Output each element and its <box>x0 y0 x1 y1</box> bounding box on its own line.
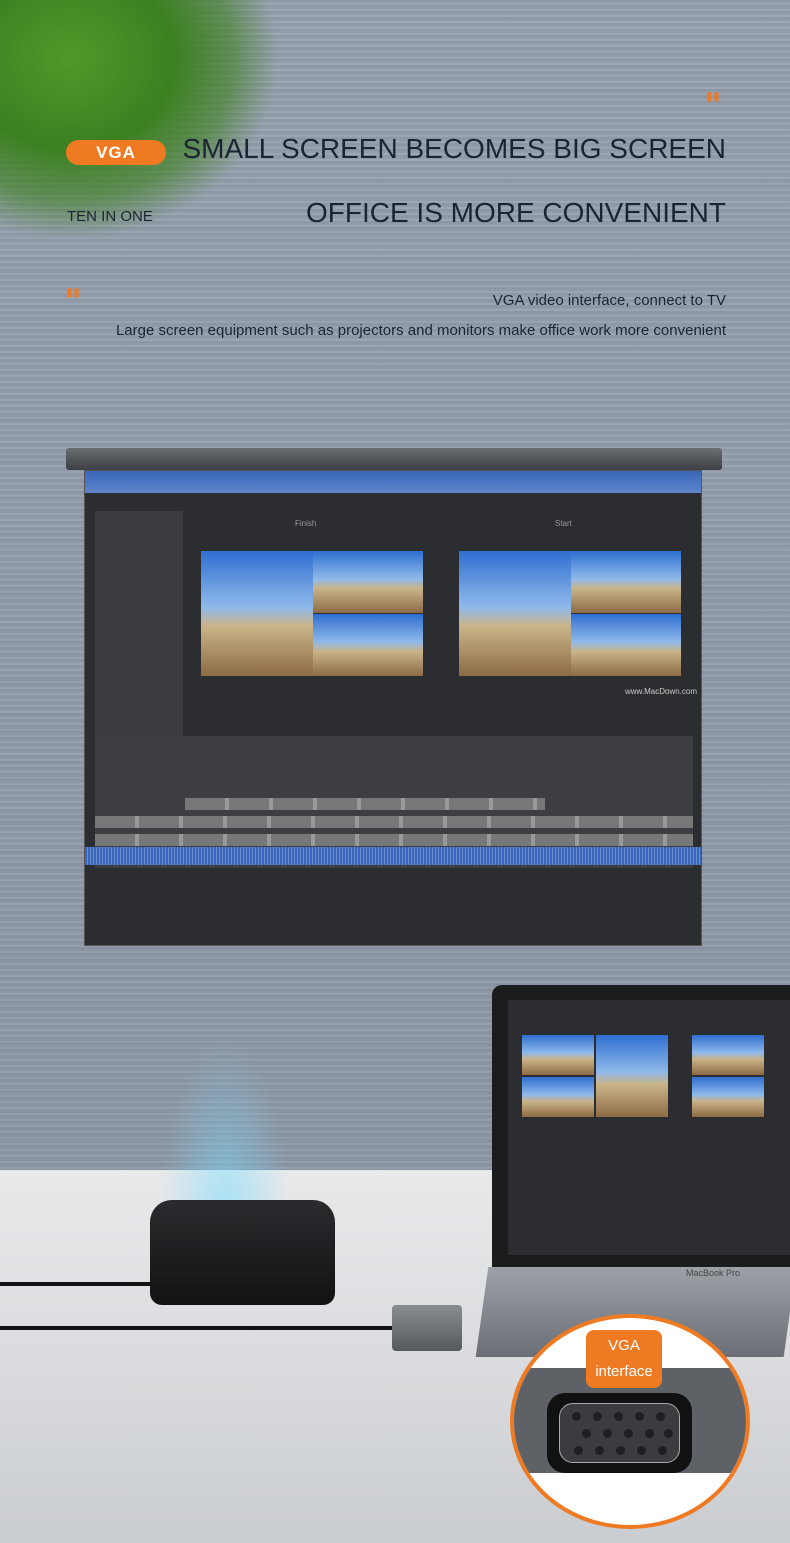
tag-line-1: VGA <box>608 1337 640 1354</box>
projector <box>150 1200 335 1305</box>
screen-waveform <box>85 847 701 865</box>
statue-photo <box>459 551 571 676</box>
projection-screen-housing <box>66 448 722 470</box>
editor-sidebar <box>95 511 183 746</box>
plaza-photo <box>522 1035 594 1075</box>
laptop-screen <box>508 1000 790 1255</box>
tag-line-2: interface <box>595 1363 653 1380</box>
timeline-track <box>95 816 693 828</box>
plaza-photo <box>571 551 681 613</box>
screen-waveform-bar <box>85 471 701 493</box>
site-label: www.MacDown.com <box>625 687 698 696</box>
laptop-label: MacBook Pro <box>686 1268 741 1278</box>
timeline-track <box>185 798 545 810</box>
headline-1: SMALL SCREEN BECOMES BIG SCREEN <box>182 133 726 164</box>
subtitle-1: VGA video interface, connect to TV <box>492 292 726 309</box>
headline-2: OFFICE IS MORE CONVENIENT <box>305 197 726 228</box>
usb-c-adapter <box>392 1305 462 1351</box>
finish-label: Finish <box>295 519 317 528</box>
vga-port-icon <box>547 1393 692 1473</box>
projector-beam <box>160 1040 290 1210</box>
vga-badge: VGA <box>66 140 166 165</box>
church-photo <box>692 1077 764 1117</box>
quote-mark-icon: " <box>704 86 722 126</box>
projection-screen: Finish Start www.MacDown.com <box>84 470 702 946</box>
subtitle-2: Large screen equipment such as projector… <box>115 322 726 339</box>
tagline: TEN IN ONE <box>67 208 153 225</box>
power-cable <box>0 1282 160 1286</box>
statue-photo <box>596 1035 668 1117</box>
vga-port-face <box>559 1403 680 1463</box>
plant-leaves <box>0 0 280 240</box>
statue-photo <box>201 551 313 676</box>
start-label: Start <box>555 519 572 528</box>
timeline-track <box>95 834 693 846</box>
vga-cable <box>0 1326 400 1330</box>
church-photo <box>522 1077 594 1117</box>
church-photo <box>313 614 423 676</box>
vga-interface-tag: VGA interface <box>586 1330 662 1388</box>
plaza-photo <box>692 1035 764 1075</box>
plaza-photo <box>313 551 423 613</box>
quote-mark-icon: " <box>64 282 82 322</box>
church-photo <box>571 614 681 676</box>
